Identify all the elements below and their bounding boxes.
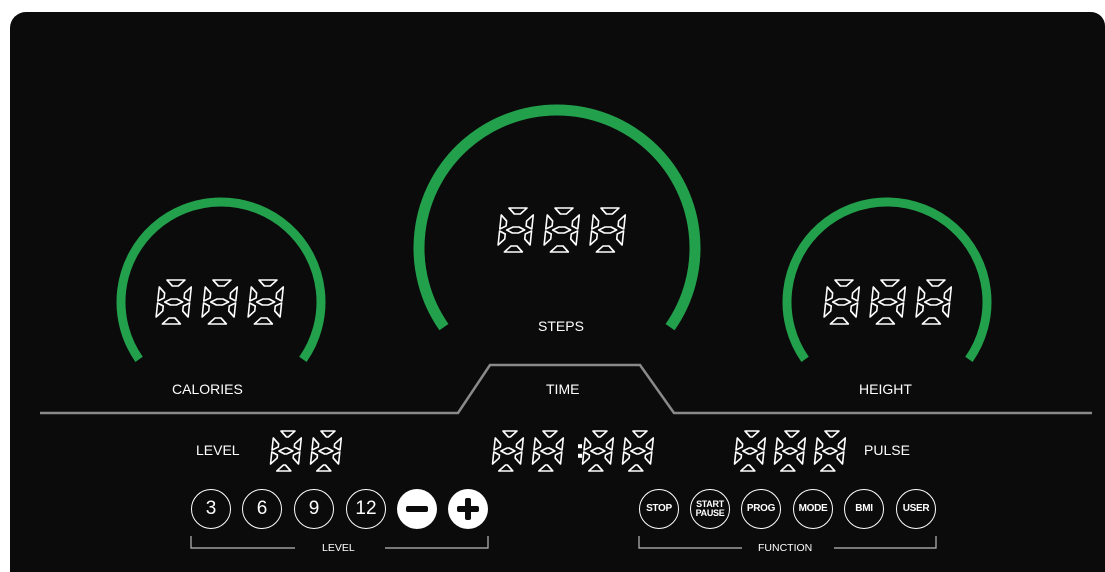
function-group-label: FUNCTION [758, 542, 813, 554]
start-pause-button[interactable]: START PAUSE [690, 489, 730, 529]
steps-display: 888 [497, 207, 627, 253]
level-6-button[interactable]: 6 [242, 489, 282, 529]
user-button-label: USER [902, 503, 930, 514]
level-group-label: LEVEL [322, 542, 355, 554]
level-3-button[interactable]: 3 [191, 489, 231, 529]
level-label: LEVEL [196, 442, 240, 458]
level-display: 88 [269, 430, 343, 472]
height-label: HEIGHT [859, 381, 912, 397]
bmi-button-label: BMI [855, 503, 873, 514]
level-down-button[interactable] [397, 489, 437, 529]
stop-button-label: STOP [646, 503, 672, 514]
steps-label: STEPS [538, 318, 584, 334]
level-12-button[interactable]: 12 [346, 489, 386, 529]
pause-label: PAUSE [695, 508, 725, 518]
prog-button-label: PROG [746, 503, 776, 514]
level-up-button[interactable] [448, 489, 488, 529]
pulse-display: 888 [733, 430, 847, 472]
steps-gauge-arc [413, 104, 701, 331]
minus-icon [406, 506, 428, 512]
console-graphics: 8888888888888:88888 [40, 104, 1092, 549]
time-label: TIME [546, 381, 580, 397]
console-panel: 8888888888888:88888 CALORIES STEPS HEIGH… [10, 12, 1105, 572]
stop-button[interactable]: STOP [639, 489, 679, 529]
calories-display: 888 [155, 279, 285, 325]
bmi-button[interactable]: BMI [844, 489, 884, 529]
calories-label: CALORIES [172, 381, 243, 397]
height-display: 888 [823, 279, 953, 325]
pulse-label: PULSE [864, 442, 910, 458]
mode-button[interactable]: MODE [793, 489, 833, 529]
time-display: 88:88 [491, 430, 655, 472]
user-button[interactable]: USER [896, 489, 936, 529]
level-9-button[interactable]: 9 [294, 489, 334, 529]
prog-button[interactable]: PROG [741, 489, 781, 529]
mode-button-label: MODE [798, 503, 828, 514]
